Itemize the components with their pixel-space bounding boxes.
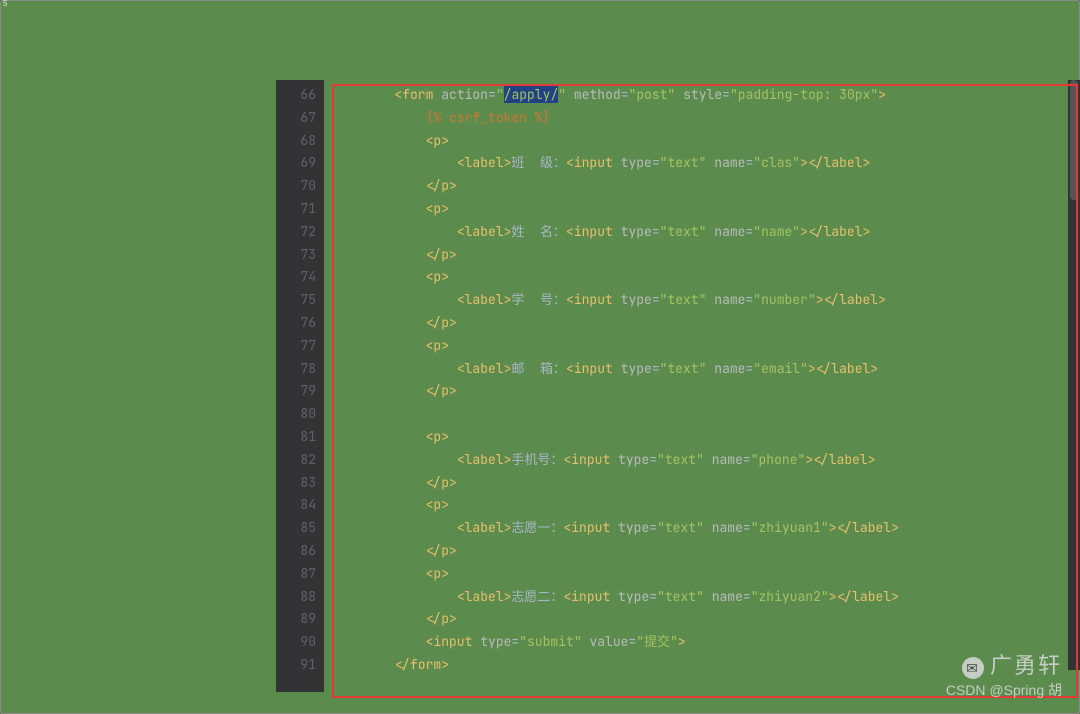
scrollbar-thumb[interactable] (1070, 80, 1078, 200)
editor-tabs: views.py×models.py×apply.html× (276, 52, 1080, 80)
editor-area: views.py×models.py×apply.html× 66 67 68 … (276, 52, 1080, 714)
editor-tab-apply.html[interactable]: apply.html× (454, 54, 544, 79)
vertical-scrollbar[interactable] (1068, 80, 1080, 670)
code-content[interactable]: <form action="/apply/" method="post" sty… (324, 80, 1080, 692)
line-gutter: 66 67 68 69 70 71 72 73 74 75 76 77 78 7… (276, 80, 324, 692)
code-area[interactable]: 66 67 68 69 70 71 72 73 74 75 76 77 78 7… (276, 80, 1080, 692)
